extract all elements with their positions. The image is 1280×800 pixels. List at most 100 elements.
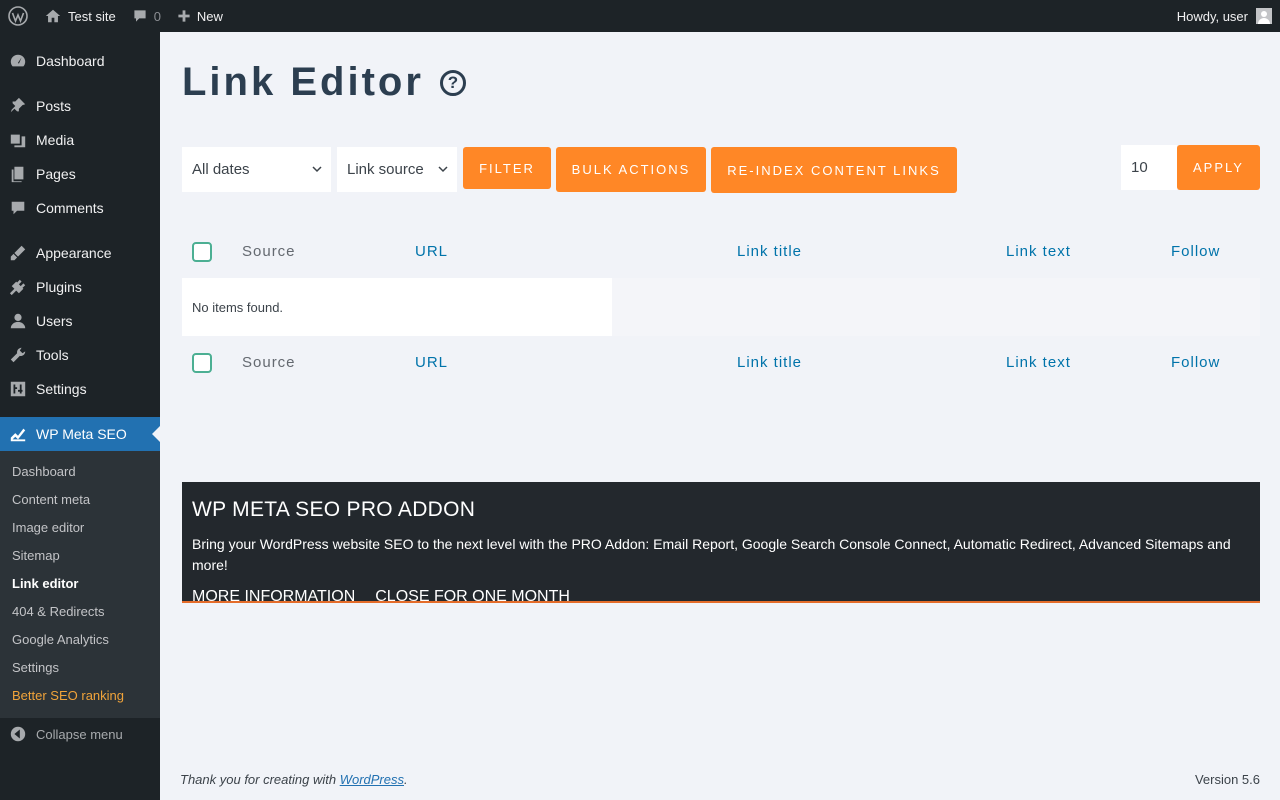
plug-icon bbox=[0, 278, 36, 296]
column-url[interactable]: URL bbox=[415, 354, 448, 371]
menu-comments[interactable]: Comments bbox=[0, 191, 160, 225]
user-icon bbox=[0, 312, 36, 330]
comments-count: 0 bbox=[153, 8, 161, 24]
menu-media[interactable]: Media bbox=[0, 123, 160, 157]
greeting: Howdy, user bbox=[1176, 8, 1248, 24]
column-source[interactable]: Source bbox=[242, 354, 296, 371]
pin-icon bbox=[0, 97, 36, 115]
admin-bar: Test site 0 New Howdy, user bbox=[0, 0, 1280, 32]
dashboard-icon bbox=[0, 52, 36, 70]
menu-settings[interactable]: Settings bbox=[0, 372, 160, 406]
column-link-title[interactable]: Link title bbox=[737, 243, 802, 260]
menu-label: Comments bbox=[36, 200, 104, 216]
table-header: Source URL Link title Link text Follow bbox=[182, 227, 1260, 277]
wordpress-icon bbox=[8, 6, 28, 26]
bulk-actions-button[interactable]: BULK ACTIONS bbox=[556, 147, 706, 192]
menu-label: Pages bbox=[36, 166, 76, 182]
menu-label: Users bbox=[36, 313, 73, 329]
menu-label: Plugins bbox=[36, 279, 82, 295]
settings-icon bbox=[0, 380, 36, 398]
date-filter-value: All dates bbox=[192, 161, 250, 178]
menu-wp-meta-seo[interactable]: WP Meta SEO bbox=[0, 417, 160, 451]
promo-text: Bring your WordPress website SEO to the … bbox=[192, 536, 1231, 573]
submenu-dashboard[interactable]: Dashboard bbox=[12, 464, 76, 479]
footer-thanks: Thank you for creating with WordPress. bbox=[180, 772, 408, 787]
column-source[interactable]: Source bbox=[242, 243, 296, 260]
my-account[interactable]: Howdy, user bbox=[1177, 8, 1280, 24]
admin-sidebar: Dashboard Posts Media Pages Comments App… bbox=[0, 32, 160, 800]
pages-icon bbox=[0, 165, 36, 183]
main-content: Link Editor ? All dates Link source FILT… bbox=[160, 32, 1280, 800]
comment-icon bbox=[0, 199, 36, 217]
menu-dashboard[interactable]: Dashboard bbox=[0, 44, 160, 78]
menu-label: WP Meta SEO bbox=[36, 426, 127, 442]
column-follow[interactable]: Follow bbox=[1171, 354, 1220, 371]
new-label: New bbox=[196, 8, 223, 24]
page-title-text: Link Editor bbox=[182, 60, 424, 104]
menu-tools[interactable]: Tools bbox=[0, 338, 160, 372]
table-row-background bbox=[612, 278, 1260, 336]
menu-users[interactable]: Users bbox=[0, 304, 160, 338]
menu-posts[interactable]: Posts bbox=[0, 89, 160, 123]
select-all-checkbox[interactable] bbox=[192, 242, 212, 262]
column-url[interactable]: URL bbox=[415, 243, 448, 260]
submenu-sitemap[interactable]: Sitemap bbox=[12, 548, 60, 563]
site-name: Test site bbox=[68, 8, 116, 24]
new-content-link[interactable]: New bbox=[169, 0, 231, 32]
table-footer: Source URL Link title Link text Follow bbox=[182, 338, 1260, 388]
filter-button[interactable]: FILTER bbox=[463, 147, 551, 189]
submenu-content-meta[interactable]: Content meta bbox=[12, 492, 90, 507]
collapse-label: Collapse menu bbox=[36, 726, 123, 742]
menu-plugins[interactable]: Plugins bbox=[0, 270, 160, 304]
column-follow[interactable]: Follow bbox=[1171, 243, 1220, 260]
apply-button[interactable]: APPLY bbox=[1177, 145, 1260, 190]
menu-label: Appearance bbox=[36, 245, 112, 261]
help-glyph: ? bbox=[447, 72, 459, 92]
menu-appearance[interactable]: Appearance bbox=[0, 236, 160, 270]
link-source-select[interactable]: Link source bbox=[337, 147, 457, 192]
footer-thanks-text: Thank you for creating with bbox=[180, 772, 340, 787]
submenu-better-seo[interactable]: Better SEO ranking bbox=[12, 688, 124, 703]
submenu-google-analytics[interactable]: Google Analytics bbox=[12, 632, 109, 647]
wordpress-logo-button[interactable] bbox=[0, 0, 36, 32]
site-name-link[interactable]: Test site bbox=[36, 0, 124, 32]
date-filter-select[interactable]: All dates bbox=[182, 147, 331, 192]
more-information-link[interactable]: MORE INFORMATION bbox=[192, 588, 355, 601]
comment-icon bbox=[134, 10, 146, 22]
submenu-redirects[interactable]: 404 & Redirects bbox=[12, 604, 105, 619]
chart-icon bbox=[0, 425, 36, 443]
media-icon bbox=[0, 131, 36, 149]
submenu-link-editor[interactable]: Link editor bbox=[12, 576, 78, 591]
page-title: Link Editor ? bbox=[182, 60, 466, 105]
comments-link[interactable]: 0 bbox=[124, 0, 169, 32]
chevron-down-icon bbox=[312, 166, 322, 173]
seo-submenu: Dashboard Content meta Image editor Site… bbox=[0, 451, 160, 718]
promo-title: WP META SEO PRO ADDON bbox=[192, 498, 476, 521]
submenu-settings[interactable]: Settings bbox=[12, 660, 59, 675]
submenu-image-editor[interactable]: Image editor bbox=[12, 520, 84, 535]
per-page-input[interactable]: 10 bbox=[1121, 145, 1177, 190]
link-source-value: Link source bbox=[347, 161, 424, 178]
column-link-text[interactable]: Link text bbox=[1006, 354, 1071, 371]
close-one-month-link[interactable]: CLOSE FOR ONE MONTH bbox=[375, 588, 570, 601]
menu-label: Settings bbox=[36, 381, 87, 397]
promo-links: MORE INFORMATION CLOSE FOR ONE MONTH bbox=[192, 588, 1250, 601]
menu-label: Tools bbox=[36, 347, 69, 363]
footer-version: Version 5.6 bbox=[1194, 772, 1260, 787]
home-icon bbox=[45, 9, 61, 23]
chevron-down-icon bbox=[438, 166, 448, 173]
select-all-checkbox-bottom[interactable] bbox=[192, 353, 212, 373]
column-link-text[interactable]: Link text bbox=[1006, 243, 1071, 260]
menu-label: Media bbox=[36, 132, 75, 148]
menu-pages[interactable]: Pages bbox=[0, 157, 160, 191]
brush-icon bbox=[0, 244, 36, 262]
menu-label: Posts bbox=[36, 98, 72, 114]
avatar bbox=[1256, 8, 1272, 24]
menu-label: Dashboard bbox=[36, 53, 105, 69]
wordpress-link[interactable]: WordPress bbox=[340, 772, 404, 787]
collapse-menu-button[interactable]: Collapse menu bbox=[0, 722, 123, 746]
column-link-title[interactable]: Link title bbox=[737, 354, 802, 371]
reindex-links-button[interactable]: RE-INDEX CONTENT LINKS bbox=[711, 147, 957, 193]
help-icon[interactable]: ? bbox=[439, 69, 466, 96]
collapse-icon bbox=[0, 725, 36, 743]
